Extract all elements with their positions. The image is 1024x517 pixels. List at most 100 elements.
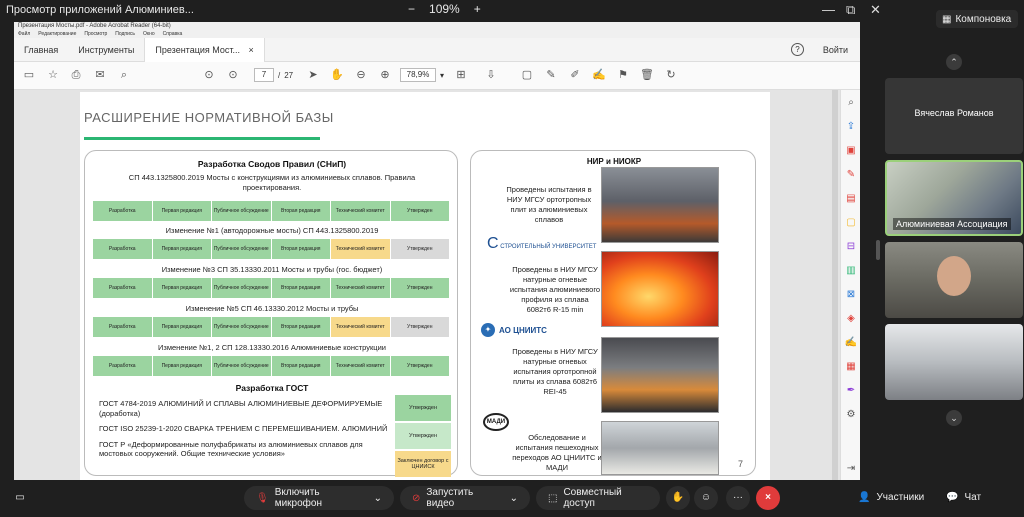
standards-panel: Разработка Сводов Правил (СНиП) СП 443.1…: [84, 150, 458, 477]
expand-pane-icon[interactable]: ⇥: [844, 462, 858, 476]
raise-hand-icon[interactable]: ✋: [666, 486, 690, 510]
mic-button[interactable]: 🎙 Включить микрофон ⌄: [244, 486, 394, 510]
chevron-down-icon[interactable]: ⌄: [946, 410, 962, 426]
page-input[interactable]: 7: [254, 68, 274, 82]
participant-tile[interactable]: Вячеслав Романов: [885, 78, 1023, 154]
chevron-down-icon[interactable]: ▾: [440, 71, 444, 80]
comment-tool-icon[interactable]: ▢: [844, 216, 858, 230]
stage-cell: Разработка: [93, 278, 152, 298]
protect-icon[interactable]: ⊠: [844, 288, 858, 302]
combine-icon[interactable]: ▤: [844, 192, 858, 206]
video-button[interactable]: ⊘ Запустить видео ⌄: [400, 486, 530, 510]
zoom-input[interactable]: 78,9%: [400, 68, 436, 82]
bridge-test-photo: [601, 421, 719, 475]
close-icon[interactable]: ✕: [870, 2, 881, 18]
title-underline: [84, 137, 320, 140]
stage-cell: Первая редакция: [152, 278, 211, 298]
minimize-icon[interactable]: —: [822, 2, 835, 17]
fill-sign-icon[interactable]: ✍: [592, 68, 606, 82]
panel-resize-handle[interactable]: [876, 240, 880, 260]
tab-close-icon[interactable]: ×: [249, 45, 254, 55]
gost-status-2: Утвержден: [395, 423, 451, 449]
stage-cell: Утвержден: [390, 239, 449, 259]
madi-logo-text: МАДИ: [483, 413, 509, 431]
tab-document[interactable]: Презентация Мост... ×: [144, 37, 265, 62]
layout-button[interactable]: ▦ Компоновка: [936, 10, 1018, 28]
stage-cell: Вторая редакция: [271, 356, 330, 376]
madi-logo: МАДИ: [483, 413, 509, 431]
star-icon[interactable]: ☆: [46, 68, 60, 82]
hangup-button[interactable]: ×: [756, 486, 780, 510]
signin-button[interactable]: Войти: [823, 38, 848, 62]
save-icon[interactable]: ▭: [22, 68, 36, 82]
search-icon[interactable]: ⌕: [117, 68, 131, 82]
help-icon[interactable]: ?: [791, 43, 804, 56]
zoom-out-button[interactable]: −: [408, 2, 415, 16]
tab-tools[interactable]: Инструменты: [68, 38, 144, 62]
comment-icon[interactable]: ▢: [520, 68, 534, 82]
highlight-icon[interactable]: ✎: [544, 68, 558, 82]
participant-tile[interactable]: [885, 242, 1023, 318]
slab-test-photo: [601, 167, 719, 243]
print-icon[interactable]: ⎙: [69, 68, 83, 82]
fit-page-icon[interactable]: ⊞: [454, 68, 468, 82]
more-tools-icon[interactable]: ⚙: [844, 408, 858, 422]
chat-bubble-icon[interactable]: ▭: [8, 486, 32, 510]
page-up-icon[interactable]: ⊙: [202, 68, 216, 82]
page-down-icon[interactable]: ⊙: [226, 68, 240, 82]
mic-off-icon: 🎙: [256, 492, 269, 504]
delete-icon[interactable]: 🗑: [640, 68, 654, 82]
create-pdf-icon[interactable]: ▣: [844, 144, 858, 158]
export-pdf-icon[interactable]: ⇪: [844, 120, 858, 134]
acrobat-title: Презентация Мосты.pdf - Adobe Acrobat Re…: [14, 22, 860, 30]
gost-heading: Разработка ГОСТ: [235, 383, 309, 393]
tab-home[interactable]: Главная: [14, 38, 68, 62]
research-text-2: Проведены в НИУ МГСУ натурные огневые ис…: [509, 265, 601, 314]
stage-cell: Публичное обсуждение: [212, 278, 271, 298]
participants-button[interactable]: 👤 Участники: [858, 492, 924, 503]
zoom-in-button[interactable]: +: [474, 2, 481, 16]
document-scrollbar[interactable]: [832, 90, 838, 480]
zoom-tool-icon[interactable]: ⌕: [844, 96, 858, 110]
scan-icon[interactable]: ▦: [844, 360, 858, 374]
chevron-up-icon[interactable]: ⌃: [946, 54, 962, 70]
gost-status-1: Утвержден: [395, 395, 451, 421]
document-area[interactable]: РАСШИРЕНИЕ НОРМАТИВНОЙ БАЗЫ Разработка С…: [14, 90, 840, 480]
hand-icon[interactable]: ✋: [330, 68, 344, 82]
draw-icon[interactable]: ✐: [568, 68, 582, 82]
chevron-down-icon[interactable]: ⌄: [374, 493, 382, 504]
share-button[interactable]: ⬚ Совместный доступ: [536, 486, 660, 510]
select-cursor-icon[interactable]: ➤: [306, 68, 320, 82]
sign-tool-icon[interactable]: ✒: [844, 384, 858, 398]
stage-cell: Вторая редакция: [271, 317, 330, 337]
slide-title: РАСШИРЕНИЕ НОРМАТИВНОЙ БАЗЫ: [84, 110, 334, 125]
university-logo: C СТРОИТЕЛЬНЫЙ УНИВЕРСИТЕТ: [487, 235, 596, 253]
edit-pdf-icon[interactable]: ✎: [844, 168, 858, 182]
more-button[interactable]: ···: [726, 486, 750, 510]
chat-icon: 💬: [946, 492, 959, 503]
chat-button[interactable]: 💬 Чат: [946, 492, 981, 503]
participant-tile-active[interactable]: Алюминиевая Ассоциация: [885, 160, 1023, 236]
organize-icon[interactable]: ⊟: [844, 240, 858, 254]
stamp-icon[interactable]: ⚑: [616, 68, 630, 82]
stage-cell: Первая редакция: [152, 356, 211, 376]
participant-name: Алюминиевая Ассоциация: [893, 218, 1011, 230]
restore-icon[interactable]: ⧉: [846, 2, 855, 18]
cniits-logo-icon: ✦: [481, 323, 495, 337]
fill-tool-icon[interactable]: ✍: [844, 336, 858, 350]
stages-row-2: Разработка Первая редакция Публичное обс…: [93, 239, 449, 259]
zoom-out-icon[interactable]: ⊖: [354, 68, 368, 82]
right-tool-pane: ⌕ ⇪ ▣ ✎ ▤ ▢ ⊟ ▥ ⊠ ◈ ✍ ▦ ✒ ⚙ ⇥: [840, 90, 860, 480]
mail-icon[interactable]: ✉: [93, 68, 107, 82]
redact-icon[interactable]: ◈: [844, 312, 858, 326]
rotate-icon[interactable]: ↻: [664, 68, 678, 82]
share-button-label: Совместный доступ: [563, 487, 622, 509]
zoom-in-icon[interactable]: ⊕: [378, 68, 392, 82]
gost-status-3: Заключен договор с ЦНИИСК: [395, 451, 451, 477]
reactions-icon[interactable]: ☺: [694, 486, 718, 510]
scroll-mode-icon[interactable]: ⇩: [484, 68, 498, 82]
chat-label: Чат: [964, 492, 982, 503]
compress-icon[interactable]: ▥: [844, 264, 858, 278]
participant-tile[interactable]: [885, 324, 1023, 400]
chevron-down-icon[interactable]: ⌄: [510, 493, 518, 504]
